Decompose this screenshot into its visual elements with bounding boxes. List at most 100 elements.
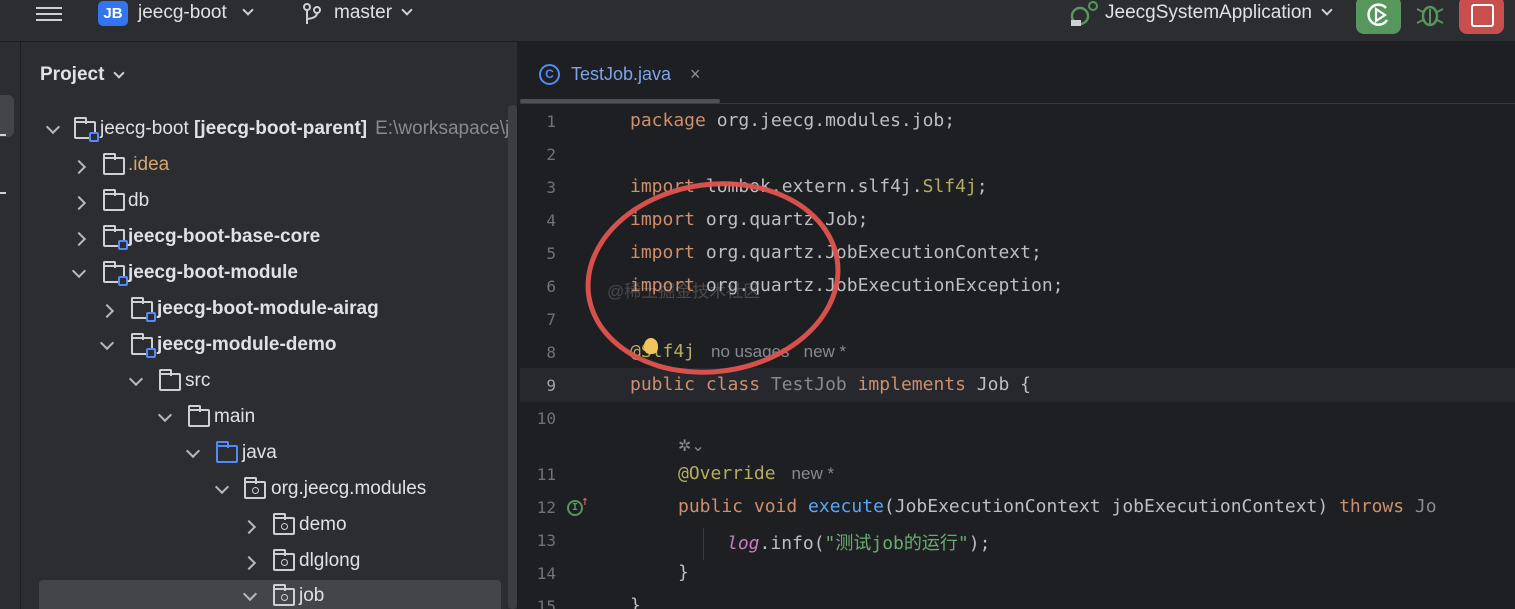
chevron-down-icon[interactable] — [113, 67, 125, 79]
module-folder-icon — [103, 225, 128, 250]
source-folder-icon — [216, 441, 238, 463]
tree-item-label: jeecg-boot-module-airag — [157, 298, 379, 319]
debug-icon[interactable] — [1414, 0, 1446, 30]
class-icon: C — [539, 64, 560, 85]
project-tool-icon[interactable] — [0, 95, 14, 137]
tool-window-strip — [0, 42, 21, 609]
usage-hint[interactable]: new * — [792, 464, 835, 483]
code-line[interactable]: 14 } — [520, 558, 1515, 591]
editor-tab-bar: C TestJob.java × — [520, 42, 1515, 104]
close-icon[interactable]: × — [690, 64, 701, 85]
tree-item-label: org.jeecg.modules — [271, 478, 427, 499]
collapse-arrow-icon[interactable] — [99, 303, 115, 319]
line-number: 8 — [546, 343, 556, 362]
line-number: 2 — [546, 145, 556, 164]
code-line[interactable]: 12 public void execute(JobExecutionConte… — [520, 492, 1515, 525]
tree-item-label: jeecg-module-demo — [157, 334, 337, 355]
rerun-button[interactable] — [1356, 0, 1401, 34]
branch-icon[interactable] — [302, 2, 322, 26]
tree-item-label: demo — [299, 514, 347, 535]
tree-item-jeecg-module-demo[interactable]: jeecg-module-demo — [21, 329, 517, 365]
tree-item-jeecg-boot[interactable]: jeecg-boot [jeecg-boot-parent] E:\worksap… — [21, 113, 517, 149]
run-config-icon[interactable] — [1068, 0, 1100, 28]
tree-item-label: src — [185, 370, 211, 391]
code-line[interactable]: 10 — [520, 403, 1515, 436]
line-number: 7 — [546, 310, 556, 329]
expand-arrow-icon[interactable] — [157, 407, 173, 423]
tree-item-label: jeecg-boot-module — [128, 262, 298, 283]
module-folder-icon — [103, 261, 128, 286]
main-menu-icon[interactable] — [36, 3, 62, 25]
code-line[interactable]: 13 log.info("测试job的运行"); — [520, 525, 1515, 558]
chevron-down-icon[interactable] — [242, 4, 254, 16]
stop-button[interactable] — [1459, 0, 1504, 34]
tree-item-jeecg-boot-base-core[interactable]: jeecg-boot-base-core — [21, 221, 517, 257]
module-folder-icon — [131, 297, 156, 322]
tree-item-demo[interactable]: demo — [21, 509, 517, 545]
line-number: 12 — [536, 498, 556, 517]
tree-item-label: java — [242, 442, 277, 463]
folder-icon — [103, 153, 125, 175]
package-icon — [244, 477, 266, 499]
project-selector[interactable]: jeecg-boot — [138, 2, 227, 24]
line-number: 5 — [546, 244, 556, 263]
tree-item-src[interactable]: src — [21, 365, 517, 401]
tab-label: TestJob.java — [571, 64, 672, 84]
active-tab-indicator — [520, 99, 720, 103]
collapse-arrow-icon[interactable] — [241, 555, 257, 571]
tree-item-jeecg-boot-module-airag[interactable]: jeecg-boot-module-airag — [21, 293, 517, 329]
tree-item-label: main — [214, 406, 256, 427]
tree-item-job[interactable]: job — [39, 580, 501, 609]
tree-item-idea[interactable]: .idea — [21, 149, 517, 185]
tree-item-main[interactable]: main — [21, 401, 517, 437]
tree-item-path: E:\worksapace\j — [375, 118, 510, 139]
collapse-arrow-icon[interactable] — [71, 159, 87, 175]
expand-arrow-icon[interactable] — [128, 371, 144, 387]
expand-arrow-icon[interactable] — [242, 586, 258, 602]
tree-item-org-jeecg-modules[interactable]: org.jeecg.modules — [21, 473, 517, 509]
line-number: 4 — [546, 211, 556, 230]
code-line[interactable]: 9 public class TestJob implements Job { — [520, 370, 1515, 403]
expand-arrow-icon[interactable] — [185, 443, 201, 459]
code-line[interactable]: 2 — [520, 139, 1515, 172]
package-icon — [273, 584, 295, 606]
chevron-down-icon[interactable] — [401, 4, 413, 16]
indent-guide — [703, 528, 704, 560]
expand-arrow-icon[interactable] — [71, 263, 87, 279]
branch-selector[interactable]: master — [334, 2, 392, 24]
chevron-down-icon[interactable] — [1321, 4, 1333, 16]
tool-window-icon[interactable] — [0, 192, 6, 194]
tree-item-label: job — [299, 585, 325, 606]
code-line[interactable]: 1 package org.jeecg.modules.job; — [520, 106, 1515, 139]
tree-item-db[interactable]: db — [21, 185, 517, 221]
line-number: 1 — [546, 112, 556, 131]
tree-item-dlglong[interactable]: dlglong — [21, 545, 517, 581]
tree-item-java[interactable]: java — [21, 437, 517, 473]
ai-assistant-icon[interactable]: ✲⌄ — [678, 436, 705, 455]
project-tool-window: Project jeecg-boot [jeecg-boot-parent] E:… — [21, 42, 517, 609]
code-line[interactable]: 11 @Override new * — [520, 459, 1515, 492]
line-number: 6 — [546, 277, 556, 296]
project-panel-scrollbar[interactable] — [508, 105, 517, 609]
panel-title[interactable]: Project — [40, 64, 104, 86]
tree-item-label: jeecg-boot-base-core — [128, 226, 321, 247]
collapse-arrow-icon[interactable] — [71, 231, 87, 247]
tree-item-label: db — [128, 190, 150, 211]
tree-item-label: .idea — [128, 154, 170, 175]
code-line[interactable]: 15 } — [520, 591, 1515, 609]
run-configuration-selector[interactable]: JeecgSystemApplication — [1105, 2, 1312, 24]
line-number: 15 — [536, 597, 556, 609]
structure-tool-icon[interactable] — [0, 134, 6, 136]
tree-item-label: dlglong — [299, 550, 361, 571]
expand-arrow-icon[interactable] — [45, 119, 61, 135]
collapse-arrow-icon[interactable] — [241, 519, 257, 535]
line-number: 11 — [536, 465, 556, 484]
line-number: 9 — [546, 376, 556, 395]
tree-item-jeecg-boot-module[interactable]: jeecg-boot-module — [21, 257, 517, 293]
rerun-icon — [1367, 3, 1389, 26]
expand-arrow-icon[interactable] — [214, 479, 230, 495]
expand-arrow-icon[interactable] — [99, 335, 115, 351]
collapse-arrow-icon[interactable] — [71, 195, 87, 211]
tab-testjob[interactable]: C TestJob.java × — [520, 42, 720, 104]
project-badge[interactable]: JB — [98, 1, 128, 26]
